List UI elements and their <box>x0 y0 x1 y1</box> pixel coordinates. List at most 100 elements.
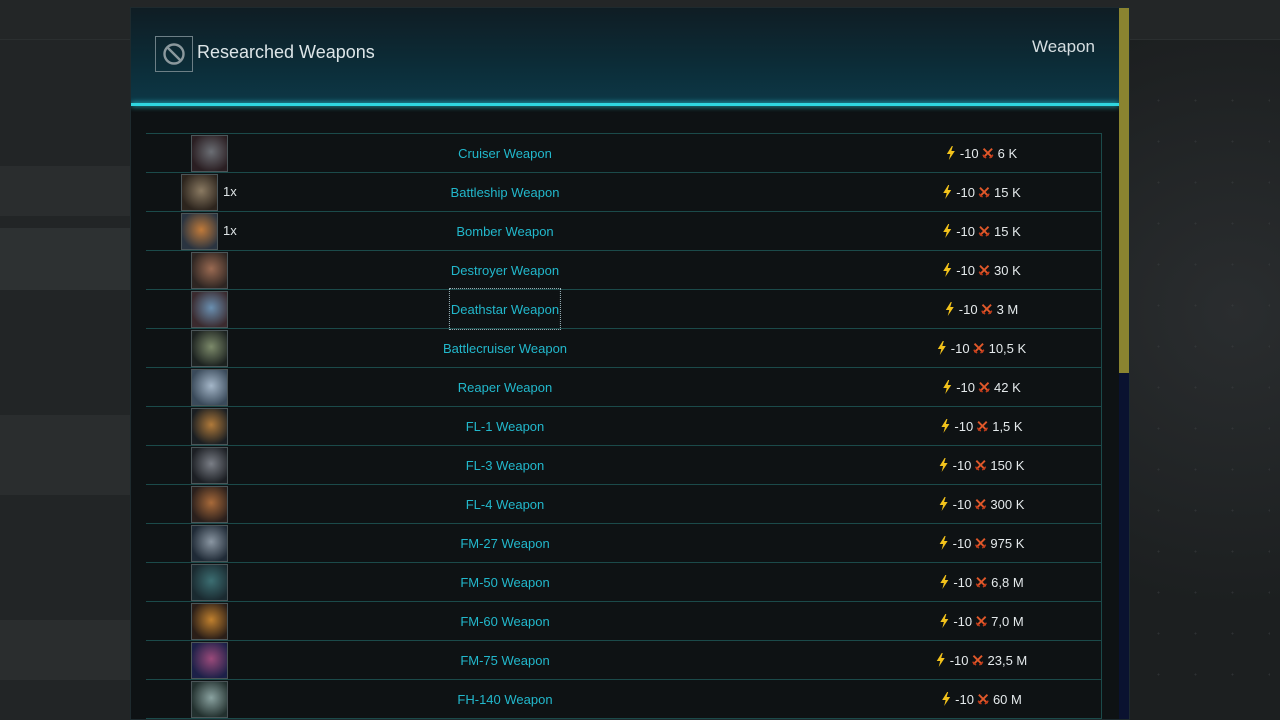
weapon-cost: -10 1,5 K <box>939 407 1023 445</box>
weapon-row[interactable]: FL-4 Weapon -10 300 K <box>146 485 1102 524</box>
weapon-name-link[interactable]: Battlecruiser Weapon <box>443 329 567 367</box>
weapon-name-link[interactable]: FM-50 Weapon <box>460 563 549 601</box>
energy-icon <box>943 185 952 199</box>
energy-value: -10 <box>956 184 976 200</box>
weapon-name-link[interactable]: Reaper Weapon <box>458 368 552 406</box>
weapon-row[interactable]: FL-3 Weapon -10 150 K <box>146 446 1102 485</box>
weapon-thumbnail <box>191 447 228 484</box>
cost-value: 6 K <box>997 145 1018 161</box>
energy-icon <box>946 146 955 160</box>
energy-icon <box>940 575 949 589</box>
energy-value: -10 <box>956 262 976 278</box>
energy-value: -10 <box>955 691 974 707</box>
crossed-swords-icon <box>978 265 990 276</box>
weapon-thumbnail <box>181 213 218 250</box>
energy-icon <box>945 302 954 316</box>
weapon-row[interactable]: FM-50 Weapon -10 6,8 M <box>146 563 1102 602</box>
modal-title: Researched Weapons <box>197 42 375 62</box>
weapon-thumbnail <box>191 408 228 445</box>
weapon-thumbnail <box>191 369 228 406</box>
crossed-swords-icon <box>978 382 990 393</box>
weapon-quantity: 1x <box>223 223 237 238</box>
weapon-quantity: 1x <box>223 184 237 199</box>
energy-value: -10 <box>949 652 969 668</box>
cost-value: 150 K <box>990 457 1025 473</box>
weapon-name-link[interactable]: Battleship Weapon <box>451 173 560 211</box>
weapon-name-link[interactable]: Cruiser Weapon <box>458 134 552 172</box>
weapon-cost: -10 6,8 M <box>938 563 1024 601</box>
weapon-row[interactable]: FM-60 Weapon -10 7,0 M <box>146 602 1102 641</box>
energy-value: -10 <box>956 379 976 395</box>
weapon-thumbnail <box>181 174 218 211</box>
cancel-icon <box>163 43 185 65</box>
crossed-swords-icon <box>974 460 987 471</box>
energy-icon <box>939 458 948 472</box>
weapon-cost: -10 23,5 M <box>935 641 1027 679</box>
cost-value: 42 K <box>994 379 1021 395</box>
weapon-thumbnail <box>191 291 228 328</box>
weapon-row[interactable]: Deathstar Weapon -10 3 M <box>146 288 1102 330</box>
energy-value: -10 <box>950 340 970 356</box>
weapon-cost: -10 7,0 M <box>938 602 1024 640</box>
energy-value: -10 <box>954 418 974 434</box>
modal-header: Researched Weapons Weapon <box>131 8 1119 106</box>
weapon-cost: -10 30 K <box>941 251 1021 289</box>
energy-value: -10 <box>958 301 978 317</box>
cost-value: 30 K <box>994 262 1021 278</box>
energy-icon <box>939 536 948 550</box>
cost-value: 3 M <box>996 301 1019 317</box>
weapon-name-link[interactable]: FH-140 Weapon <box>457 680 552 718</box>
weapon-thumbnail <box>191 564 228 601</box>
weapon-row[interactable]: FM-75 Weapon -10 23,5 M <box>146 641 1102 680</box>
weapon-row[interactable]: FL-1 Weapon -10 1,5 K <box>146 407 1102 446</box>
crossed-swords-icon <box>975 616 987 627</box>
weapon-name-link[interactable]: FM-27 Weapon <box>460 524 549 562</box>
cost-value: 1,5 K <box>992 418 1023 434</box>
cost-value: 15 K <box>994 223 1021 239</box>
weapon-name-link[interactable]: FM-60 Weapon <box>460 602 549 640</box>
weapon-cost: -10 150 K <box>938 446 1025 484</box>
crossed-swords-icon <box>972 343 985 354</box>
weapon-name-link[interactable]: FL-4 Weapon <box>466 485 545 523</box>
scrollbar-thumb[interactable] <box>1119 8 1129 373</box>
weapon-row[interactable]: Cruiser Weapon -10 6 K <box>146 134 1102 173</box>
weapon-name-link[interactable]: FM-75 Weapon <box>460 641 549 679</box>
weapon-thumbnail <box>191 525 228 562</box>
weapon-thumbnail <box>191 681 228 718</box>
weapon-cost: -10 975 K <box>938 524 1024 562</box>
weapon-name-link[interactable]: Deathstar Weapon <box>448 288 562 330</box>
weapon-row[interactable]: 1x Battleship Weapon -10 15 K <box>146 173 1102 212</box>
crossed-swords-icon <box>977 694 989 705</box>
close-button[interactable] <box>155 36 193 72</box>
crossed-swords-icon <box>978 187 990 198</box>
energy-icon <box>937 341 946 355</box>
weapon-cost: -10 15 K <box>941 173 1021 211</box>
weapon-name-link[interactable]: FL-1 Weapon <box>466 407 545 445</box>
crossed-swords-icon <box>974 538 987 549</box>
weapon-row[interactable]: FM-27 Weapon -10 975 K <box>146 524 1102 563</box>
weapon-row[interactable]: 1x Bomber Weapon -10 15 K <box>146 212 1102 251</box>
weapon-name-link[interactable]: FL-3 Weapon <box>466 446 545 484</box>
energy-icon <box>943 380 952 394</box>
weapon-row[interactable]: Destroyer Weapon -10 30 K <box>146 251 1102 290</box>
weapon-name-link[interactable]: Bomber Weapon <box>456 212 553 250</box>
crossed-swords-icon <box>982 148 994 159</box>
crossed-swords-icon <box>978 226 990 237</box>
energy-icon <box>940 614 949 628</box>
energy-value: -10 <box>952 457 972 473</box>
crossed-swords-icon <box>980 304 993 315</box>
energy-icon <box>943 224 952 238</box>
weapon-cost: -10 3 M <box>944 290 1018 328</box>
weapon-thumbnail <box>191 135 228 172</box>
weapon-thumbnail <box>191 642 228 679</box>
cost-value: 15 K <box>994 184 1021 200</box>
energy-icon <box>943 263 952 277</box>
weapon-row[interactable]: Battlecruiser Weapon -10 10,5 K <box>146 329 1102 368</box>
weapon-thumbnail <box>191 252 228 289</box>
energy-icon <box>939 497 948 511</box>
weapon-row[interactable]: Reaper Weapon -10 42 K <box>146 368 1102 407</box>
weapon-name-link[interactable]: Destroyer Weapon <box>451 251 559 289</box>
weapon-row[interactable]: FH-140 Weapon -10 60 M <box>146 680 1102 719</box>
weapon-cost: -10 6 K <box>945 134 1017 172</box>
weapon-thumbnail <box>191 486 228 523</box>
